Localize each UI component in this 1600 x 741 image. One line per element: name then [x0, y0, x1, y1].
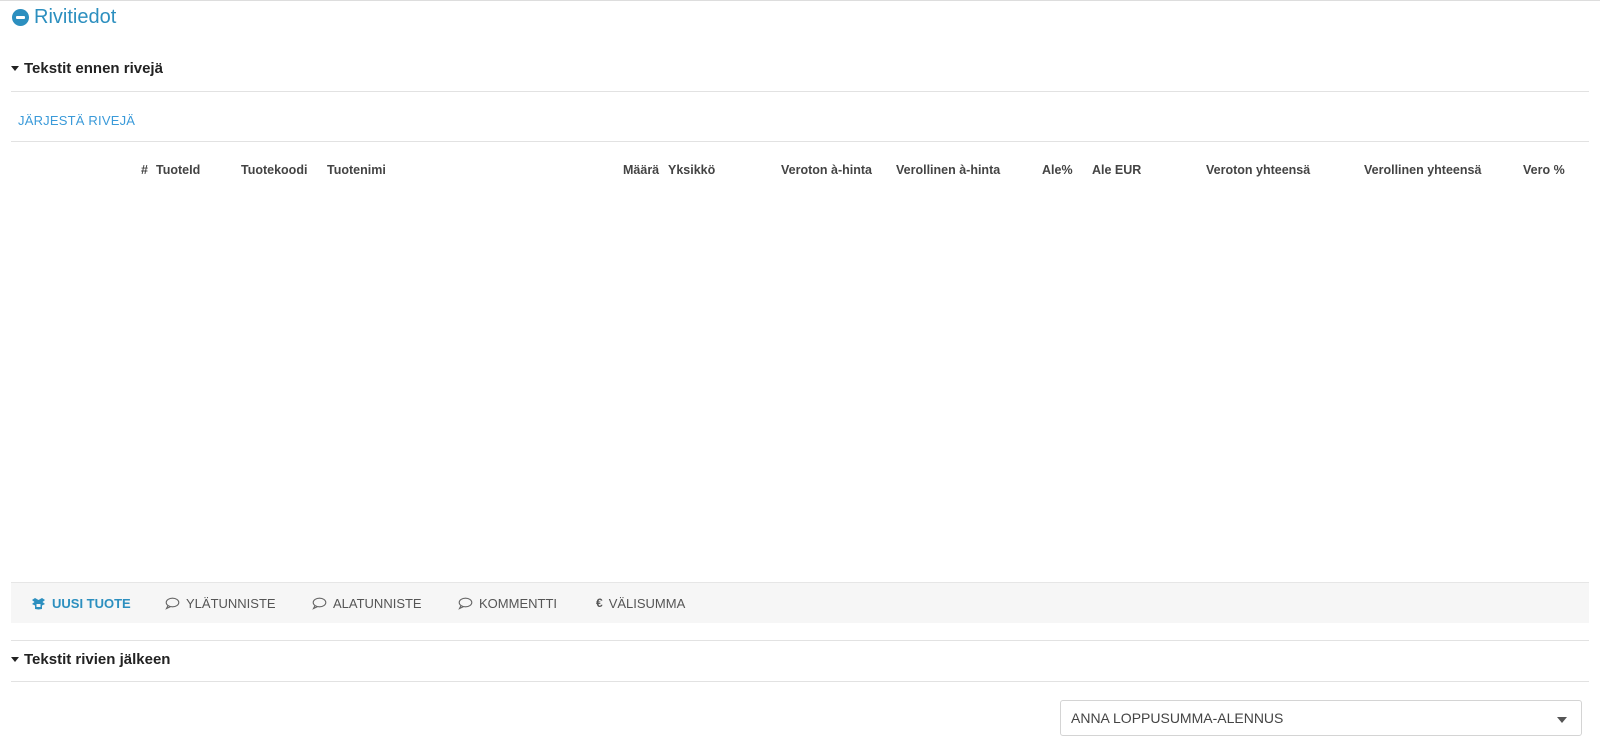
subtotal-button[interactable]: € VÄLISUMMA: [596, 583, 685, 623]
col-hash: #: [141, 163, 148, 177]
box-open-icon: [32, 597, 45, 609]
col-tuotekoodi: Tuotekoodi: [241, 163, 308, 177]
footer-button[interactable]: ALATUNNISTE: [312, 583, 422, 623]
col-tuoteid: TuoteId: [156, 163, 201, 177]
top-divider: [0, 0, 1600, 1]
comment-icon: [312, 597, 327, 610]
total-discount-select[interactable]: ANNA LOPPUSUMMA-ALENNUS: [1060, 700, 1582, 736]
col-verollinen-ahinta: Verollinen à-hinta: [896, 163, 1001, 177]
texts-after-toggle[interactable]: Tekstit rivien jälkeen: [11, 651, 170, 668]
texts-before-label: Tekstit ennen rivejä: [24, 60, 163, 77]
col-ale-eur: Ale EUR: [1092, 163, 1142, 177]
texts-after-label: Tekstit rivien jälkeen: [24, 651, 171, 668]
header-button[interactable]: YLÄTUNNISTE: [165, 583, 276, 623]
divider: [11, 640, 1589, 641]
col-verollinen-yhteensa: Verollinen yhteensä: [1364, 163, 1482, 177]
comment-icon: [165, 597, 180, 610]
caret-down-icon: [11, 66, 19, 71]
rows-toolbar: UUSI TUOTE YLÄTUNNISTE ALATUNNISTE KOMME…: [11, 582, 1589, 623]
section-title: Rivitiedot: [34, 6, 117, 28]
footer-label: ALATUNNISTE: [333, 595, 422, 611]
caret-down-icon: [11, 657, 19, 662]
section-toggle-rivitiedot[interactable]: Rivitiedot: [12, 4, 116, 30]
new-product-label: UUSI TUOTE: [52, 595, 131, 611]
col-yksikko: Yksikkö: [668, 163, 716, 177]
collapse-minus-icon[interactable]: [12, 8, 29, 26]
divider: [11, 681, 1589, 682]
col-vero-pct: Vero %: [1523, 163, 1565, 177]
euro-icon: €: [596, 596, 603, 610]
header-label: YLÄTUNNISTE: [186, 595, 276, 611]
chevron-down-icon: [1557, 717, 1567, 723]
col-maara: Määrä: [623, 163, 660, 177]
texts-before-toggle[interactable]: Tekstit ennen rivejä: [11, 60, 163, 77]
col-veroton-ahinta: Veroton à-hinta: [781, 163, 872, 177]
divider: [11, 141, 1589, 142]
sort-rows-link[interactable]: JÄRJESTÄ RIVEJÄ: [18, 113, 135, 128]
comment-icon: [458, 597, 473, 610]
comment-label: KOMMENTTI: [479, 595, 557, 611]
page: Rivitiedot Tekstit ennen rivejä JÄRJESTÄ…: [0, 0, 1600, 741]
new-product-button[interactable]: UUSI TUOTE: [31, 583, 131, 623]
col-tuotenimi: Tuotenimi: [327, 163, 386, 177]
comment-button[interactable]: KOMMENTTI: [458, 583, 557, 623]
subtotal-label: VÄLISUMMA: [608, 595, 686, 611]
total-discount-value: ANNA LOPPUSUMMA-ALENNUS: [1071, 710, 1284, 726]
col-veroton-yhteensa: Veroton yhteensä: [1206, 163, 1311, 177]
col-ale-pct: Ale%: [1042, 163, 1073, 177]
divider: [11, 91, 1589, 92]
